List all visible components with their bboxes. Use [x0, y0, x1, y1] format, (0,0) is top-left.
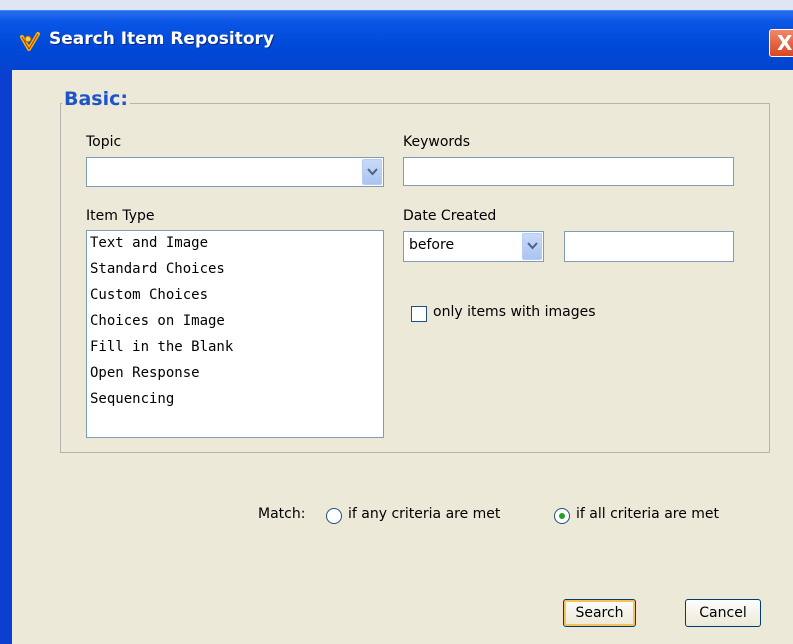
background-window-strip: [0, 0, 793, 10]
date-created-input[interactable]: [564, 231, 734, 262]
title-bar[interactable]: Search Item Repository X: [0, 10, 793, 71]
window-title: Search Item Repository: [49, 29, 275, 49]
date-operator-dropdown[interactable]: before: [403, 231, 544, 262]
list-item[interactable]: Fill in the Blank: [90, 339, 233, 355]
topic-dropdown[interactable]: [86, 157, 384, 187]
list-item[interactable]: Standard Choices: [90, 261, 225, 277]
date-created-label: Date Created: [403, 208, 497, 224]
close-icon: X: [777, 31, 793, 55]
chevron-down-icon: [367, 168, 378, 176]
list-item[interactable]: Open Response: [90, 365, 200, 381]
match-label: Match:: [258, 506, 306, 522]
list-item[interactable]: Choices on Image: [90, 313, 225, 329]
match-all-radio[interactable]: [554, 508, 570, 524]
topic-dropdown-arrow[interactable]: [362, 159, 382, 185]
date-operator-dropdown-arrow[interactable]: [522, 233, 542, 260]
only-images-checkbox[interactable]: [411, 306, 427, 322]
only-images-label[interactable]: only items with images: [433, 304, 596, 320]
close-button[interactable]: X: [769, 29, 793, 57]
item-type-list[interactable]: Text and Image Standard Choices Custom C…: [86, 230, 384, 438]
app-icon: [19, 31, 41, 53]
cancel-button[interactable]: Cancel: [685, 599, 761, 627]
match-all-label[interactable]: if all criteria are met: [576, 506, 719, 522]
list-item[interactable]: Text and Image: [90, 235, 208, 251]
topic-label: Topic: [86, 134, 122, 150]
match-any-label[interactable]: if any criteria are met: [348, 506, 500, 522]
list-item[interactable]: Custom Choices: [90, 287, 208, 303]
radio-selected-dot: [559, 513, 565, 519]
basic-group-legend: Basic:: [62, 88, 130, 110]
chevron-down-icon: [527, 242, 538, 250]
item-type-label: Item Type: [86, 208, 155, 224]
search-button[interactable]: Search: [563, 599, 636, 627]
date-operator-value: before: [409, 237, 455, 253]
dialog-body: Basic: Topic Keywords Item Type Text and…: [12, 70, 793, 644]
list-item[interactable]: Sequencing: [90, 391, 174, 407]
match-any-radio[interactable]: [326, 508, 342, 524]
keywords-input[interactable]: [403, 157, 734, 186]
keywords-label: Keywords: [403, 134, 471, 150]
